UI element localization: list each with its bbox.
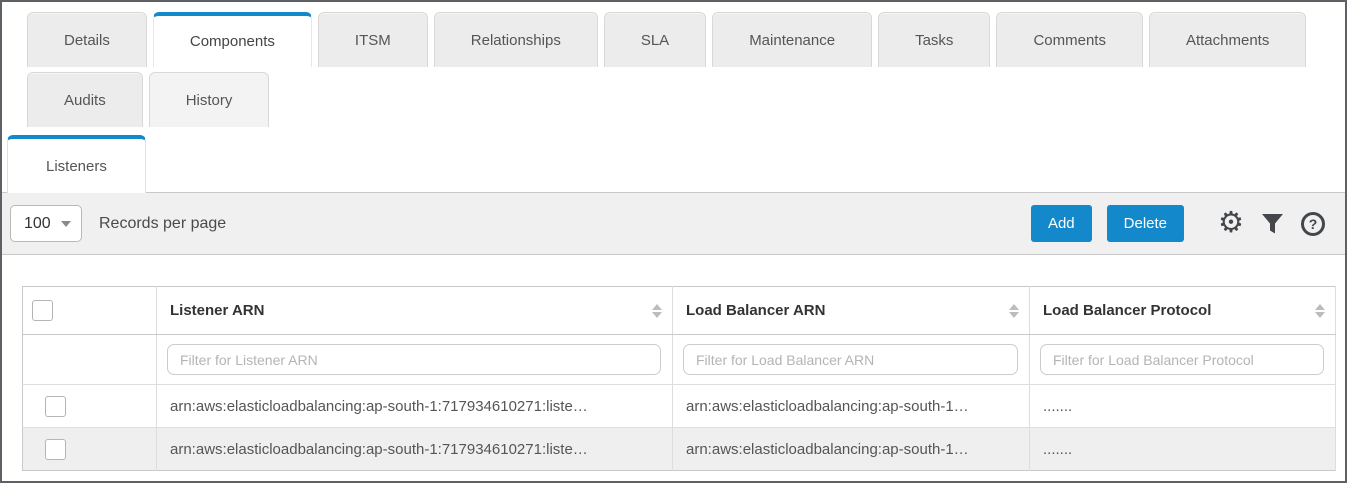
main-tab-bar-row1: Details Components ITSM Relationships SL… [2, 2, 1345, 67]
tab-sla[interactable]: SLA [604, 12, 706, 67]
cell-listener-arn: arn:aws:elasticloadbalancing:ap-south-1:… [157, 428, 673, 471]
cell-load-balancer-arn: arn:aws:elasticloadbalancing:ap-south-1… [673, 385, 1030, 428]
tab-audits[interactable]: Audits [27, 72, 143, 127]
listeners-table: Listener ARN Load Balancer ARN Load Bala… [22, 286, 1336, 471]
filter-cell-load-balancer-protocol [1030, 335, 1336, 385]
tab-itsm[interactable]: ITSM [318, 12, 428, 67]
column-header-listener-arn[interactable]: Listener ARN [157, 287, 673, 335]
tab-comments[interactable]: Comments [996, 12, 1143, 67]
column-header-load-balancer-protocol[interactable]: Load Balancer Protocol [1030, 287, 1336, 335]
toolbar-icon-group: ⚙ ? [1218, 209, 1325, 238]
column-header-label: Listener ARN [170, 302, 264, 319]
filter-funnel-icon[interactable] [1261, 213, 1284, 235]
table-row[interactable]: arn:aws:elasticloadbalancing:ap-south-1:… [23, 385, 1336, 428]
row-select-cell [23, 385, 157, 428]
table-header-row: Listener ARN Load Balancer ARN Load Bala… [23, 287, 1336, 335]
filter-cell-listener-arn [157, 335, 673, 385]
sub-tab-bar: Listeners [2, 135, 1345, 192]
settings-gear-icon[interactable]: ⚙ [1218, 209, 1244, 238]
tab-relationships[interactable]: Relationships [434, 12, 598, 67]
component-details-panel: Details Components ITSM Relationships SL… [0, 0, 1347, 483]
filter-input-listener-arn[interactable] [167, 344, 661, 375]
chevron-down-icon [61, 221, 71, 227]
tab-listeners[interactable]: Listeners [7, 135, 146, 193]
select-all-checkbox[interactable] [32, 300, 53, 321]
cell-load-balancer-arn: arn:aws:elasticloadbalancing:ap-south-1… [673, 428, 1030, 471]
main-tab-bar-row2: Audits History [2, 72, 1345, 127]
records-per-page-value: 100 [24, 215, 51, 233]
cell-load-balancer-protocol: ....... [1030, 385, 1336, 428]
column-header-load-balancer-arn[interactable]: Load Balancer ARN [673, 287, 1030, 335]
tab-tasks[interactable]: Tasks [878, 12, 990, 67]
records-per-page-select[interactable]: 100 [10, 205, 82, 242]
tab-maintenance[interactable]: Maintenance [712, 12, 872, 67]
table-row[interactable]: arn:aws:elasticloadbalancing:ap-south-1:… [23, 428, 1336, 471]
row-checkbox[interactable] [45, 439, 66, 460]
filter-input-load-balancer-protocol[interactable] [1040, 344, 1324, 375]
listeners-table-wrap: Listener ARN Load Balancer ARN Load Bala… [22, 286, 1335, 471]
help-icon[interactable]: ? [1301, 212, 1325, 236]
filter-cell-load-balancer-arn [673, 335, 1030, 385]
sort-icon[interactable] [652, 304, 662, 318]
add-button[interactable]: Add [1031, 205, 1092, 242]
column-header-label: Load Balancer ARN [686, 302, 825, 319]
records-per-page-label: Records per page [99, 215, 226, 233]
filter-empty-cell [23, 335, 157, 385]
row-checkbox[interactable] [45, 396, 66, 417]
column-header-label: Load Balancer Protocol [1043, 302, 1211, 319]
tab-attachments[interactable]: Attachments [1149, 12, 1306, 67]
sort-icon[interactable] [1009, 304, 1019, 318]
select-all-header-cell [23, 287, 157, 335]
row-select-cell [23, 428, 157, 471]
filter-row [23, 335, 1336, 385]
filter-input-load-balancer-arn[interactable] [683, 344, 1018, 375]
sort-icon[interactable] [1315, 304, 1325, 318]
cell-listener-arn: arn:aws:elasticloadbalancing:ap-south-1:… [157, 385, 673, 428]
tab-history[interactable]: History [149, 72, 270, 127]
list-toolbar: 100 Records per page Add Delete ⚙ ? [2, 192, 1345, 255]
delete-button[interactable]: Delete [1107, 205, 1184, 242]
tab-components[interactable]: Components [153, 12, 312, 67]
cell-load-balancer-protocol: ....... [1030, 428, 1336, 471]
toolbar-actions: Add Delete ⚙ ? [1031, 205, 1325, 242]
tab-details[interactable]: Details [27, 12, 147, 67]
